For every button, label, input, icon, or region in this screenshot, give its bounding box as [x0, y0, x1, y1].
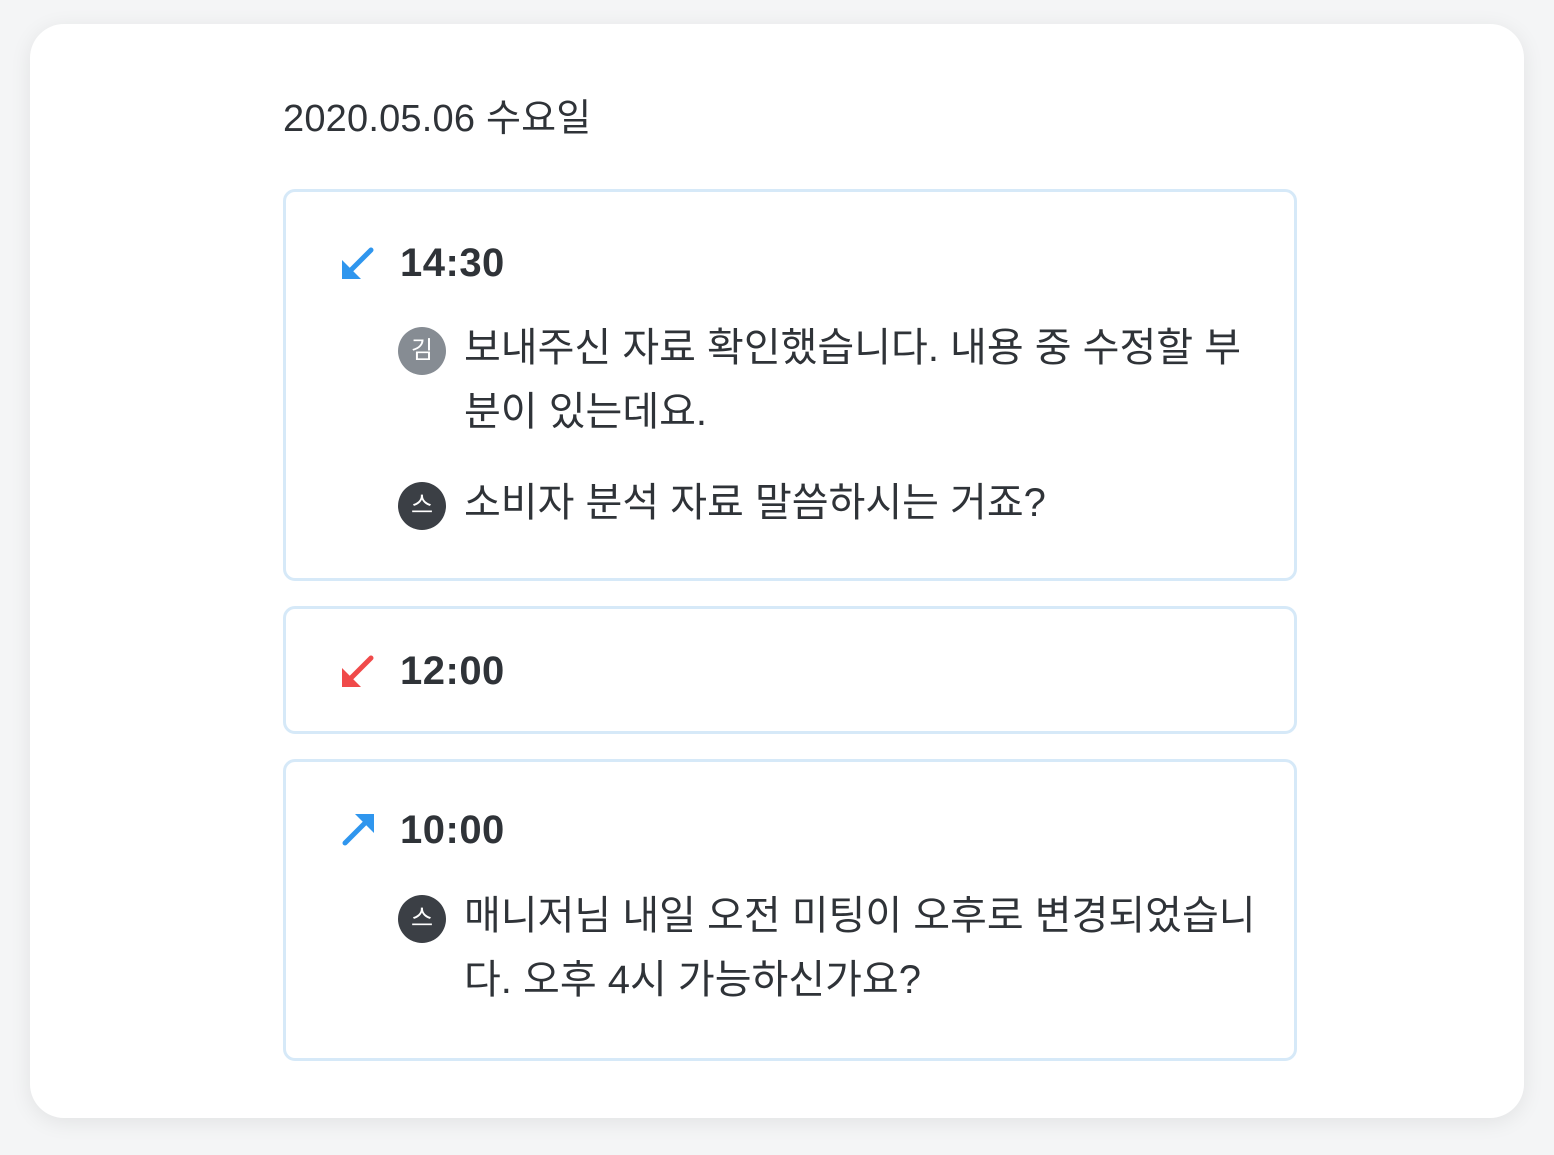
entry-header: 14:30 [338, 238, 505, 288]
call-log-panel: 2020.05.06 수요일 14:30 김 보내주신 자료 확인했습니다. 내… [30, 24, 1524, 1118]
log-entry-card[interactable]: 14:30 김 보내주신 자료 확인했습니다. 내용 중 수정할 부분이 있는데… [283, 189, 1297, 581]
arrow-down-left-icon [338, 243, 378, 283]
entry-header: 10:00 [338, 805, 505, 855]
arrow-up-right-icon [338, 810, 378, 850]
message-item: 스 소비자 분석 자료 말씀하시는 거죠? [398, 477, 1258, 535]
avatar: 스 [398, 482, 446, 530]
message-item: 김 보내주신 자료 확인했습니다. 내용 중 수정할 부분이 있는데요. [398, 322, 1258, 444]
entry-header: 12:00 [338, 646, 505, 696]
entry-time: 14:30 [400, 240, 505, 285]
entry-time: 10:00 [400, 807, 505, 852]
message-item: 스 매니저님 내일 오전 미팅이 오후로 변경되었습니다. 오후 4시 가능하신… [398, 890, 1278, 1012]
avatar: 김 [398, 327, 446, 375]
date-header: 2020.05.06 수요일 [283, 98, 592, 140]
message-text: 매니저님 내일 오전 미팅이 오후로 변경되었습니다. 오후 4시 가능하신가요… [464, 894, 1256, 1002]
arrow-down-left-icon [338, 651, 378, 691]
log-entry-card[interactable]: 10:00 스 매니저님 내일 오전 미팅이 오후로 변경되었습니다. 오후 4… [283, 759, 1297, 1061]
entry-time: 12:00 [400, 648, 505, 693]
message-text: 소비자 분석 자료 말씀하시는 거죠? [464, 481, 1046, 525]
avatar: 스 [398, 895, 446, 943]
message-text: 보내주신 자료 확인했습니다. 내용 중 수정할 부분이 있는데요. [464, 326, 1241, 434]
log-entry-card[interactable]: 12:00 [283, 606, 1297, 734]
